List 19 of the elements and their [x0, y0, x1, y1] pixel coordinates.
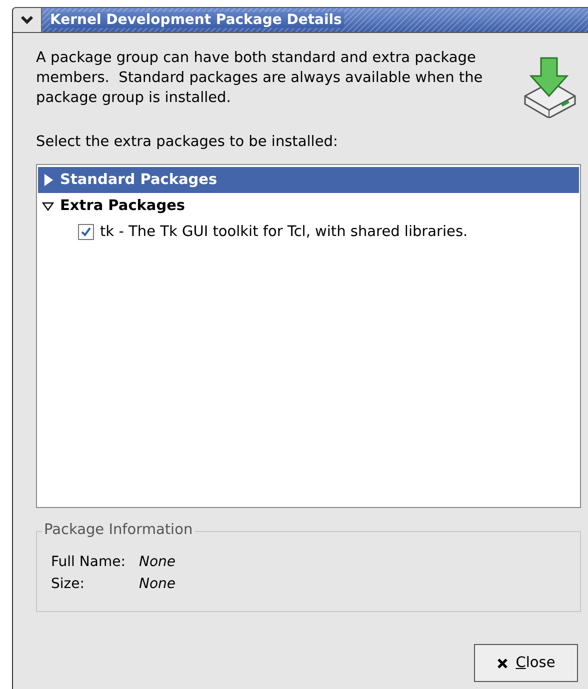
- instruction-text: Select the extra packages to be installed:: [36, 134, 339, 150]
- tree-row[interactable]: Extra Packages: [38, 193, 579, 219]
- field-label: Full Name:: [51, 554, 126, 570]
- group-label: Standard Packages: [60, 172, 218, 188]
- checkbox[interactable]: [78, 224, 94, 240]
- description-text: A package group can have both standard and extra package members. Standard packages are always available when the package group is installed.: [36, 49, 484, 108]
- tree-row[interactable]: Standard Packages: [38, 167, 579, 193]
- package-label: tk - The Tk GUI toolkit for Tcl, with shared libraries.: [100, 224, 468, 240]
- close-icon: [496, 658, 508, 668]
- frame-title: Package Information: [42, 522, 195, 538]
- window-title: Kernel Development Package Details: [50, 12, 344, 28]
- close-button[interactable]: Close: [474, 644, 578, 682]
- field-value: None: [139, 576, 177, 592]
- group-label: Extra Packages: [60, 198, 186, 214]
- field-label: Size:: [51, 576, 86, 592]
- chevron-icon: [20, 15, 34, 25]
- expander-icon[interactable]: [42, 200, 54, 212]
- window-menu-button[interactable]: [13, 8, 42, 32]
- field-value: None: [139, 554, 177, 570]
